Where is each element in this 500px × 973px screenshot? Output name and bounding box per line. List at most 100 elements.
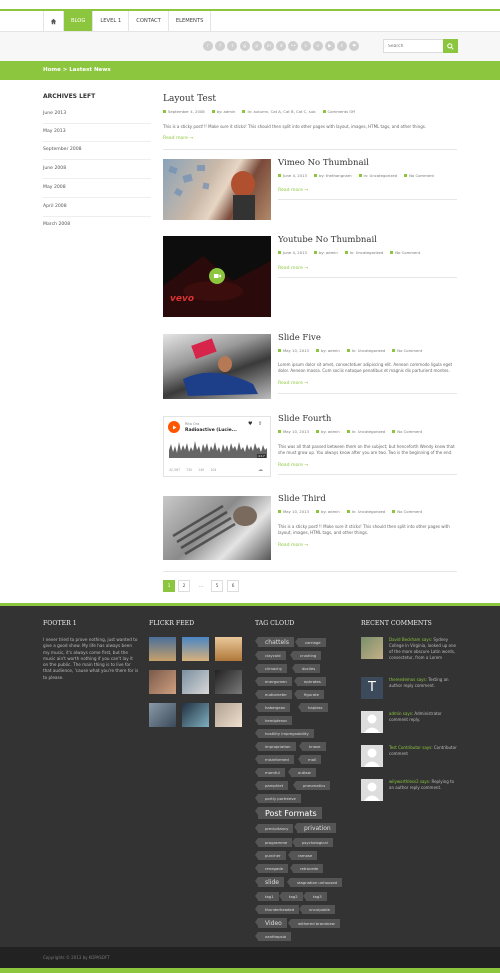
play-button[interactable] [168, 421, 180, 433]
share-icon[interactable]: ⇪ [258, 421, 262, 427]
nav-blog[interactable]: BLOG [64, 11, 94, 31]
post-comments[interactable]: No Comment [390, 250, 420, 255]
post-title[interactable]: Layout Test [163, 94, 216, 104]
tag[interactable]: stagnation unhoused [286, 878, 343, 887]
tag[interactable]: claycold [255, 651, 286, 660]
nav-home[interactable] [44, 11, 64, 31]
post-thumbnail[interactable] [163, 496, 271, 560]
flickr-photo[interactable] [149, 670, 176, 694]
post-comments[interactable]: No Comment [392, 429, 422, 434]
tag[interactable]: portly portreeve [255, 794, 301, 803]
dribbble-icon[interactable]: d [276, 41, 287, 51]
read-more-link[interactable]: Read more → [278, 188, 308, 193]
tag[interactable]: withered brandnew [288, 919, 340, 928]
page-6[interactable]: 6 [227, 580, 239, 592]
tag[interactable]: hemipteron [255, 716, 292, 725]
post-author[interactable]: by: admin [315, 348, 340, 353]
tag[interactable]: carriage [295, 638, 326, 647]
tag[interactable]: Post Formats [255, 807, 322, 819]
post-categories[interactable]: In: Uncategorized [358, 173, 397, 178]
post-video[interactable]: vevo [163, 236, 271, 317]
comment-author-link[interactable]: Test Contributor says: [389, 745, 433, 750]
nav-contact[interactable]: CONTACT [129, 11, 169, 31]
post-title[interactable]: Slide Fourth [278, 414, 331, 424]
flickr-icon[interactable]: •• [288, 41, 299, 51]
play-button[interactable] [209, 268, 225, 284]
nav-elements[interactable]: ELEMENTS [169, 11, 212, 31]
facebook-icon[interactable]: f [215, 41, 226, 51]
tag[interactable]: thunderheaded [254, 905, 300, 914]
archive-link[interactable]: March 2008 [43, 217, 151, 235]
dribbble-icon-2[interactable]: ❤ [349, 41, 360, 51]
skype-icon[interactable]: s [300, 41, 311, 51]
post-author[interactable]: by: admin [313, 250, 338, 255]
flickr-photo[interactable] [215, 703, 242, 727]
post-author[interactable]: by: admin [211, 109, 235, 114]
tag[interactable]: xanthopsia [255, 932, 291, 941]
post-title[interactable]: Youtube No Thumbnail [278, 235, 377, 245]
tag[interactable]: precipitancy [254, 824, 294, 833]
tumblr-icon[interactable]: t [337, 41, 348, 51]
post-author[interactable]: by: admin [315, 429, 340, 434]
post-categories[interactable]: In: Uncategorized [346, 509, 385, 514]
pinterest-icon[interactable]: p [251, 41, 262, 51]
comment-author-link[interactable]: admin says: [389, 711, 413, 716]
page-2[interactable]: 2 [178, 580, 190, 592]
post-thumbnail[interactable] [163, 159, 271, 220]
post-categories[interactable]: In: Uncategorized [346, 429, 385, 434]
tag[interactable]: hostility impregnability [255, 729, 314, 738]
tag[interactable]: dociles [291, 664, 321, 673]
post-author[interactable]: by: admin [315, 509, 340, 514]
search-input[interactable] [383, 39, 444, 53]
tag[interactable]: tag1 [255, 892, 279, 901]
soundcloud-icon[interactable]: ☁ [258, 467, 263, 473]
read-more-link[interactable]: Read more → [278, 463, 308, 468]
youtube-icon[interactable]: ▶ [324, 41, 335, 51]
waveform[interactable] [169, 438, 267, 458]
tag[interactable]: slide [255, 877, 284, 887]
page-1[interactable]: 1 [163, 580, 175, 592]
tag[interactable]: crushing [289, 651, 322, 660]
tag[interactable]: renegade [254, 864, 289, 873]
flickr-photo[interactable] [215, 637, 242, 661]
post-comments[interactable]: No Comment [392, 348, 422, 353]
tag[interactable]: pneumatics [292, 781, 331, 790]
post-comments[interactable]: Comments Off [322, 109, 355, 114]
tag[interactable]: tag2 [279, 892, 303, 901]
tag[interactable]: misinformed [255, 755, 294, 764]
tag[interactable]: puncher [255, 851, 286, 860]
read-more-link[interactable]: Read more → [163, 136, 193, 141]
tag[interactable]: psychological [292, 838, 333, 847]
post-categories[interactable]: In: Uncategorized [344, 250, 383, 255]
nav-level-1[interactable]: LEVEL 1 [93, 11, 130, 31]
post-author[interactable]: by: thethangnam [313, 173, 352, 178]
post-categories[interactable]: In: autumn, Cat A, Cat B, Cat C, sub [242, 109, 316, 114]
archive-link[interactable]: June 2013 [43, 106, 151, 124]
like-icon[interactable]: ♥ [248, 421, 252, 427]
archive-link[interactable]: May 2008 [43, 180, 151, 198]
tag[interactable]: unculpable [299, 905, 335, 914]
twitter-icon[interactable]: t [227, 41, 238, 51]
post-title[interactable]: Slide Five [278, 333, 321, 343]
tag[interactable]: retrocede [289, 864, 324, 873]
post-categories[interactable]: In: Uncategorized [346, 348, 385, 353]
post-thumbnail[interactable] [163, 334, 271, 399]
archive-link[interactable]: June 2008 [43, 161, 151, 179]
flickr-photo[interactable] [215, 670, 242, 694]
archive-link[interactable]: April 2008 [43, 199, 151, 217]
post-title[interactable]: Vimeo No Thumbnail [278, 158, 369, 168]
flickr-photo[interactable] [182, 637, 209, 661]
tag[interactable]: ephrates [294, 677, 326, 686]
comment-author-link[interactable]: David Beckham says: [389, 637, 432, 642]
tag[interactable]: figurate [294, 690, 324, 699]
tag[interactable]: programme [254, 838, 293, 847]
tag[interactable]: moil [297, 755, 322, 764]
flickr-photo[interactable] [149, 637, 176, 661]
comment-author-link[interactable]: themedemos says: [389, 677, 427, 682]
post-comments[interactable]: No Comment [404, 173, 434, 178]
post-comments[interactable]: No Comment [392, 509, 422, 514]
vimeo-icon[interactable]: v [312, 41, 323, 51]
tag[interactable]: pamphlet [254, 781, 289, 790]
page-5[interactable]: 5 [211, 580, 223, 592]
archive-link[interactable]: September 2008 [43, 142, 151, 160]
